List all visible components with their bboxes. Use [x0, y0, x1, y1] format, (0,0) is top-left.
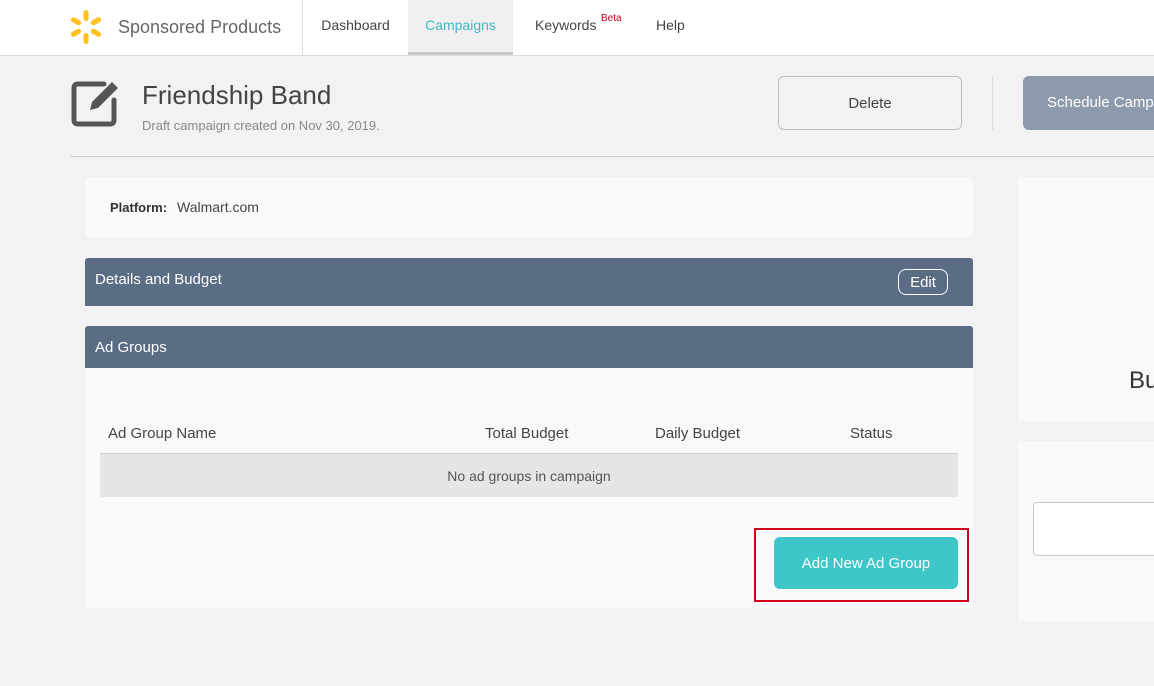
- nav-keywords-label: Keywords: [535, 17, 597, 33]
- ad-groups-title: Ad Groups: [95, 339, 167, 356]
- nav-keywords[interactable]: Keywords Beta: [535, 0, 635, 55]
- nav-dashboard[interactable]: Dashboard: [303, 0, 408, 55]
- platform-card: Platform: Walmart.com: [85, 177, 973, 237]
- delete-button[interactable]: Delete: [778, 76, 962, 130]
- column-header-status[interactable]: Status: [850, 425, 893, 442]
- details-budget-panel: Details and Budget Edit: [85, 258, 973, 306]
- ad-groups-panel: Ad Group Name Total Budget Daily Budget …: [85, 368, 973, 608]
- nav-campaigns[interactable]: Campaigns: [408, 0, 513, 55]
- edit-icon: [71, 81, 118, 127]
- nav-help-label: Help: [656, 17, 685, 33]
- campaign-title: Friendship Band: [142, 80, 332, 110]
- column-header-name[interactable]: Ad Group Name: [108, 425, 216, 442]
- side-input-card: [1018, 441, 1154, 621]
- spark-icon[interactable]: [68, 9, 104, 45]
- campaign-subtitle: Draft campaign created on Nov 30, 2019.: [142, 118, 380, 133]
- edit-button[interactable]: Edit: [898, 269, 948, 295]
- empty-table-row: No ad groups in campaign: [100, 453, 958, 497]
- top-nav-bar: Sponsored Products Dashboard Campaigns K…: [0, 0, 1154, 56]
- column-header-daily-budget[interactable]: Daily Budget: [655, 425, 740, 442]
- ad-groups-header: Ad Groups: [85, 326, 973, 368]
- nav-help[interactable]: Help: [656, 0, 696, 55]
- schedule-campaign-button[interactable]: Schedule Campaign: [1023, 76, 1154, 130]
- platform-value: Walmart.com: [177, 199, 259, 215]
- side-input-field[interactable]: [1033, 502, 1154, 556]
- summary-partial-text: Bu: [1129, 367, 1154, 394]
- summary-card: Bu: [1018, 177, 1154, 421]
- nav-dashboard-label: Dashboard: [321, 17, 390, 33]
- nav-campaigns-label: Campaigns: [425, 17, 496, 33]
- beta-badge: Beta: [601, 13, 622, 24]
- column-header-total-budget[interactable]: Total Budget: [485, 425, 568, 442]
- add-new-ad-group-button[interactable]: Add New Ad Group: [774, 537, 958, 589]
- details-budget-title: Details and Budget: [95, 271, 222, 288]
- platform-label: Platform:: [110, 200, 168, 215]
- header-separator: [70, 156, 1154, 157]
- brand-name: Sponsored Products: [118, 17, 282, 37]
- header-divider: [992, 76, 993, 130]
